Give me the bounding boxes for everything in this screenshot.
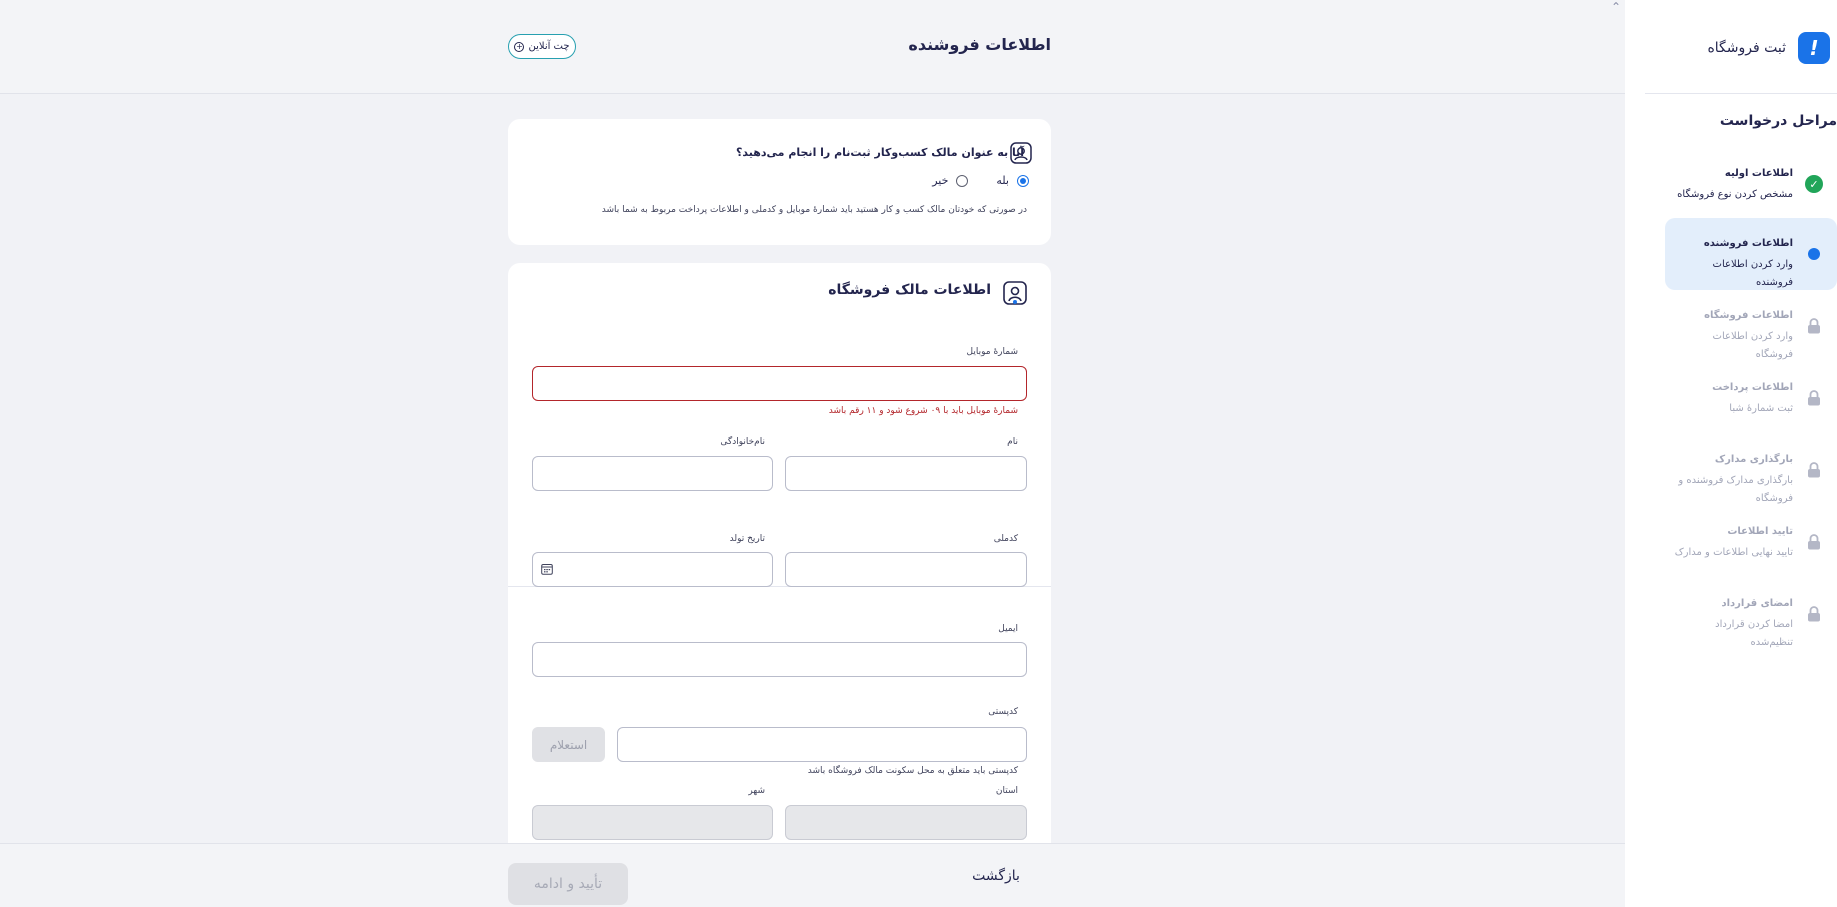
step-title: امضای قرارداد [1721,598,1793,609]
province-label: استان [995,786,1018,796]
brand-logo-icon: ! [1798,32,1830,64]
step-title: اطلاعات اولیه [1724,168,1793,179]
back-button[interactable]: بازگشت [960,861,1032,891]
mobile-label: شمارهٔ موبایل [966,347,1018,357]
step-basic-info[interactable]: ✓ اطلاعات اولیه مشخص کردن نوع فروشگاه [1665,148,1837,220]
step-payment-info: اطلاعات پرداخت ثبت شمارهٔ شبا [1665,362,1837,434]
step-title: بارگذاری مدارک [1714,454,1793,465]
city-select[interactable] [532,805,773,840]
form-title: اطلاعات مالک فروشگاه [828,282,991,298]
step-desc: تایید نهایی اطلاعات و مدارک [1674,547,1793,558]
lock-icon [1805,317,1823,335]
step-desc: ثبت شمارهٔ شبا [1729,403,1793,414]
lock-icon [1805,605,1823,623]
plus-circle-icon: + [514,41,525,52]
step-store-info: اطلاعات فروشگاه وارد کردن اطلاعات فروشگا… [1665,290,1837,362]
postal-code-hint: کدپستی باید متعلق به محل سکونت مالک فروش… [807,766,1018,776]
step-desc: امضا کردن قرارداد تنظیم‌شده [1715,619,1793,648]
province-select[interactable] [785,805,1027,840]
city-label: شهر [748,786,765,796]
step-title: اطلاعات فروشنده [1703,238,1793,249]
step-done-icon: ✓ [1805,175,1823,193]
radio-yes-label: بله [996,174,1009,187]
radio-no-indicator[interactable] [956,174,969,187]
owner-note: در صورتی که خودتان مالک کسب و کار هستید … [601,205,1027,215]
step-active-icon [1805,245,1823,263]
store-owner-icon [1003,281,1027,305]
online-chat-button[interactable]: چت آنلاین + [508,34,576,59]
step-confirm-info: تایید اطلاعات تایید نهایی اطلاعات و مدار… [1665,506,1837,578]
step-upload-documents: بارگذاری مدارک بارگذاری مدارک فروشنده و … [1665,434,1837,506]
steps-heading: مراحل درخواست [1719,113,1837,129]
birth-date-label: تاریخ تولد [729,534,765,544]
owner-radio-group: بله خیر [932,174,1029,187]
step-title: تایید اطلاعات [1727,526,1793,537]
step-desc: بارگذاری مدارک فروشنده و فروشگاه [1678,475,1793,504]
mobile-input[interactable] [532,366,1027,401]
radio-no[interactable]: خیر [932,174,969,187]
step-desc: وارد کردن اطلاعات فروشگاه [1712,331,1793,360]
radio-no-label: خیر [932,174,949,187]
email-label: ایمیل [998,624,1018,634]
steps-sidebar: ⌃ ! ثبت فروشگاه مراحل درخواست ✓ اطلاعات … [1611,0,1837,907]
step-seller-info[interactable]: اطلاعات فروشنده وارد کردن اطلاعات فروشند… [1665,218,1837,290]
national-code-input[interactable] [785,552,1027,587]
page-title: اطلاعات فروشنده [908,35,1051,54]
inquiry-button[interactable]: استعلام [532,727,605,762]
confirm-continue-button[interactable]: تأیید و ادامه [508,863,628,905]
first-name-input[interactable] [785,456,1027,491]
first-name-label: نام [1007,437,1018,447]
step-title: اطلاعات پرداخت [1712,382,1793,393]
radio-yes-indicator[interactable] [1017,174,1029,187]
lock-icon [1805,461,1823,479]
step-desc: مشخص کردن نوع فروشگاه [1677,189,1793,200]
mobile-error: شمارهٔ موبایل باید با ۰۹ شروع شود و ۱۱ ر… [828,406,1018,416]
calendar-icon[interactable] [541,563,553,575]
chevron-up-icon[interactable]: ⌃ [1609,0,1623,14]
last-name-input[interactable] [532,456,773,491]
page-header: اطلاعات فروشنده چت آنلاین + [0,0,1625,94]
sidebar-divider [1645,93,1837,94]
national-code-label: کدملی [993,534,1018,544]
birth-date-input[interactable] [532,552,773,587]
postal-code-label: کدپستی [988,707,1018,717]
lock-icon [1805,533,1823,551]
postal-code-input[interactable] [617,727,1027,762]
brand-title: ثبت فروشگاه [1707,40,1786,56]
chat-button-label: چت آنلاین [528,41,570,52]
radio-yes[interactable]: بله [996,174,1029,187]
step-sign-contract: امضای قرارداد امضا کردن قرارداد تنظیم‌شد… [1665,578,1837,650]
owner-question: آیا به عنوان مالک کسب‌وکار ثبت‌نام را ان… [736,146,1024,159]
step-title: اطلاعات فروشگاه [1704,310,1793,321]
lock-icon [1805,389,1823,407]
last-name-label: نام‌خانوادگی [720,437,765,447]
step-desc: وارد کردن اطلاعات فروشنده [1712,259,1793,288]
page-footer: بازگشت تأیید و ادامه [0,843,1625,907]
email-input[interactable] [532,642,1027,677]
brand: ! ثبت فروشگاه [1625,32,1830,64]
